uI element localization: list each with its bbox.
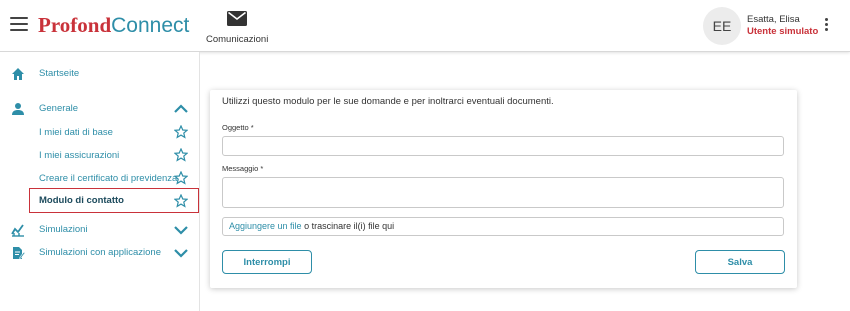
sidebar-item-label: Simulazioni bbox=[39, 224, 88, 235]
communications-button[interactable]: Comunicazioni bbox=[206, 11, 268, 45]
sidebar-item-simulations-with-application[interactable]: Simulazioni con applicazione bbox=[0, 243, 200, 263]
sidebar-item-simulations[interactable]: Simulazioni bbox=[0, 220, 200, 240]
logo[interactable]: ProfondConnect bbox=[38, 13, 189, 38]
sidebar-item-general[interactable]: Generale bbox=[0, 99, 200, 119]
sidebar-item-label: Startseite bbox=[39, 68, 80, 79]
message-label: Messaggio * bbox=[222, 164, 264, 173]
person-icon bbox=[12, 103, 24, 115]
sidebar-subitem-basic-data[interactable]: I miei dati di base bbox=[0, 123, 200, 143]
subject-input[interactable] bbox=[222, 136, 784, 156]
sidebar-subitem-label: Creare il certificato di previdenza bbox=[39, 173, 178, 184]
chart-icon bbox=[11, 224, 24, 237]
home-icon bbox=[12, 68, 24, 80]
top-bar: ProfondConnect Comunicazioni EE Esatta, … bbox=[0, 0, 850, 52]
star-outline-icon[interactable] bbox=[174, 194, 188, 208]
sidebar-subitem-label: I miei assicurazioni bbox=[39, 150, 120, 161]
hamburger-menu-icon[interactable] bbox=[10, 17, 28, 33]
sidebar-item-home[interactable]: Startseite bbox=[0, 64, 200, 84]
star-outline-icon[interactable] bbox=[174, 125, 188, 139]
sidebar-subitem-insurances[interactable]: I miei assicurazioni bbox=[0, 146, 200, 166]
logo-brand: Profond bbox=[38, 13, 112, 37]
user-name: Esatta, Elisa bbox=[747, 14, 800, 25]
avatar[interactable]: EE bbox=[703, 7, 741, 45]
sidebar: Startseite Generale I miei dati di base … bbox=[0, 52, 200, 311]
user-role: Utente simulato bbox=[747, 26, 819, 37]
subject-label: Oggetto * bbox=[222, 123, 254, 132]
add-file-link[interactable]: Aggiungere un file bbox=[229, 221, 302, 231]
document-edit-icon bbox=[13, 247, 25, 259]
chevron-up-icon[interactable] bbox=[174, 103, 188, 115]
sidebar-item-label: Simulazioni con applicazione bbox=[39, 247, 161, 258]
star-outline-icon[interactable] bbox=[174, 171, 188, 185]
sidebar-item-label: Generale bbox=[39, 103, 79, 114]
chevron-down-icon[interactable] bbox=[174, 247, 188, 259]
form-intro: Utilizzi questo modulo per le sue domand… bbox=[222, 96, 554, 107]
drop-files-hint: o trascinare il(i) file qui bbox=[301, 221, 395, 231]
logo-product: Connect bbox=[111, 14, 190, 37]
sidebar-subitem-certificate[interactable]: Creare il certificato di previdenza bbox=[0, 169, 200, 189]
sidebar-subitem-label: I miei dati di base bbox=[39, 127, 113, 138]
sidebar-subitem-contact-form[interactable]: Modulo di contatto bbox=[29, 188, 199, 213]
star-outline-icon[interactable] bbox=[174, 148, 188, 162]
communications-label: Comunicazioni bbox=[206, 34, 269, 45]
save-button[interactable]: Salva bbox=[695, 250, 785, 274]
message-textarea[interactable] bbox=[222, 177, 784, 208]
kebab-menu-icon[interactable] bbox=[822, 18, 830, 34]
contact-form-card: Utilizzi questo modulo per le sue domand… bbox=[210, 90, 797, 288]
cancel-button[interactable]: Interrompi bbox=[222, 250, 312, 274]
sidebar-subitem-label: Modulo di contatto bbox=[39, 195, 124, 206]
chevron-down-icon[interactable] bbox=[174, 224, 188, 236]
file-dropzone[interactable]: Aggiungere un file o trascinare il(i) fi… bbox=[222, 217, 784, 236]
mail-icon bbox=[227, 11, 247, 26]
